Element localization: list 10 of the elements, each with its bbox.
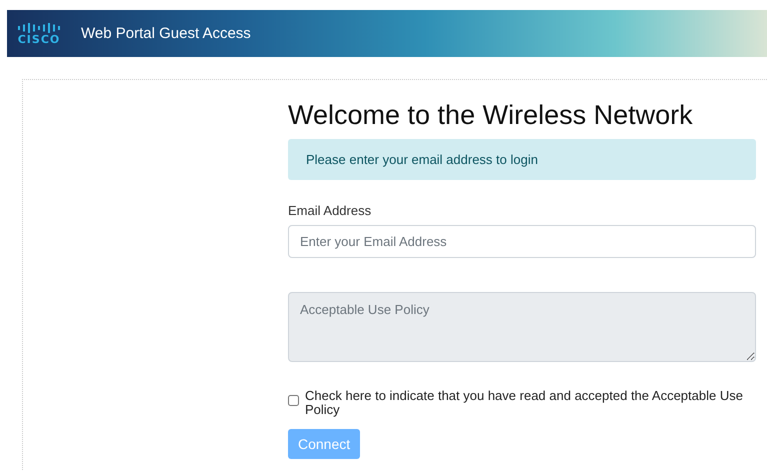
accept-label: Check here to indicate that you have read and accepted the Acceptable Use Policy bbox=[305, 389, 744, 417]
info-alert: Please enter your email address to login bbox=[288, 139, 756, 180]
email-input-field[interactable]: Enter your Email Address bbox=[288, 225, 756, 258]
email-label: Email Address bbox=[288, 203, 372, 218]
logo-text: CISCO bbox=[18, 34, 60, 46]
welcome-heading: Welcome to the Wireless Network bbox=[288, 100, 694, 131]
logo-bars-icon bbox=[17, 22, 61, 34]
portal-title: Web Portal Guest Access bbox=[81, 25, 251, 42]
accept-checkbox[interactable] bbox=[288, 395, 299, 406]
policy-text-area[interactable]: Acceptable Use Policy bbox=[288, 292, 756, 362]
